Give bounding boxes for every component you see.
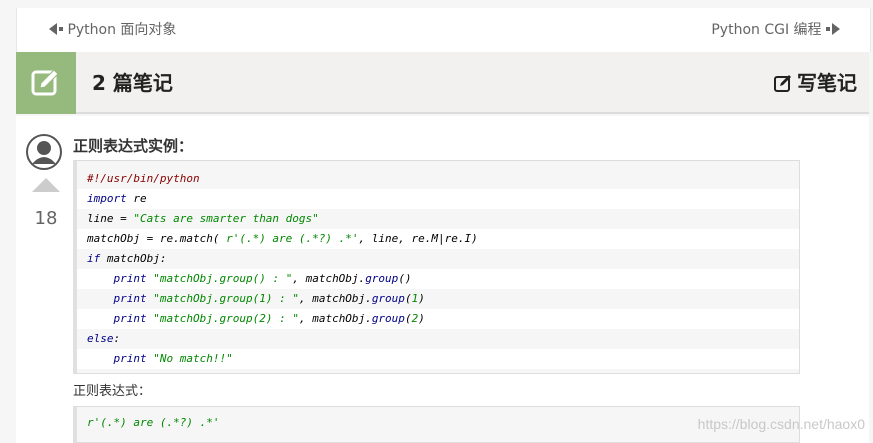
regex-label: 正则表达式：	[73, 384, 152, 399]
code-token: (	[404, 292, 412, 305]
note-title: 正则表达式实例：	[73, 137, 194, 155]
code-token: else	[87, 332, 114, 345]
code-token: matchObj:	[100, 252, 167, 265]
code-line: if matchObj:	[77, 249, 799, 269]
code-token: )	[418, 312, 425, 325]
code-line: else:	[77, 329, 799, 349]
arrow-right-icon	[832, 23, 840, 35]
code-token: import	[87, 192, 127, 205]
edit-icon	[31, 69, 59, 96]
code-line: line = "Cats are smarter than dogs"	[77, 209, 799, 229]
upvote-icon[interactable]	[32, 178, 60, 192]
arrow-left-icon	[49, 23, 57, 35]
code-token: r'(.*) are (.*?) .*'	[226, 232, 359, 245]
top-spacer	[0, 0, 873, 8]
prev-article-label: Python 面向对象	[67, 22, 177, 38]
code-token: "Cats are smarter than dogs"	[133, 212, 319, 225]
code-token: "matchObj.group(1) : "	[153, 292, 299, 305]
code-token: line =	[87, 212, 134, 225]
code-block: #!/usr/bin/python import re line = "Cats a…	[73, 160, 800, 374]
code-token: "matchObj.group() : "	[153, 272, 293, 285]
note-content: 18 正则表达式实例： #!/usr/bin/python import re li…	[16, 116, 869, 443]
code-token: )	[418, 292, 425, 305]
code-token: print	[113, 352, 147, 365]
code-token: , matchObj.	[292, 272, 366, 285]
code-line: print "matchObj.group(2) : ", matchObj.g…	[77, 309, 799, 329]
write-note-label: 写笔记	[797, 71, 857, 95]
vote-count: 18	[34, 208, 58, 229]
notes-header: 2 篇笔记 写笔记	[16, 52, 869, 114]
code-line: print "matchObj.group(1) : ", matchObj.g…	[77, 289, 799, 309]
code-token: group	[371, 292, 405, 305]
code-token: if	[87, 252, 101, 265]
watermark: https://blog.csdn.net/haox0	[697, 416, 865, 432]
prev-article-link[interactable]: Python 面向对象	[49, 20, 176, 40]
code-token: group	[365, 272, 399, 285]
next-article-link[interactable]: Python CGI 编程	[711, 20, 840, 40]
article-nav: Python 面向对象 Python CGI 编程	[16, 8, 871, 52]
code-token: print	[113, 312, 147, 325]
code-token: , matchObj.	[298, 292, 372, 305]
code-line: #!/usr/bin/python	[77, 169, 799, 189]
code-token: "matchObj.group(2) : "	[153, 312, 299, 325]
code-token: , matchObj.	[298, 312, 372, 325]
code-line: print "matchObj.group() : ", matchObj.gr…	[77, 269, 799, 289]
edit-icon	[774, 75, 791, 92]
notes-icon-box	[16, 52, 76, 114]
code-token: ()	[398, 272, 412, 285]
arrow-left-stem	[59, 27, 63, 31]
next-article-label: Python CGI 编程	[711, 22, 822, 38]
avatar-icon[interactable]	[26, 134, 62, 170]
code-line: import re	[77, 189, 799, 209]
code-token: , line, re.M|re.I)	[358, 232, 478, 245]
arrow-right-stem	[826, 27, 830, 31]
regex-code: r'(.*) are (.*?) .*'	[87, 416, 220, 429]
code-token: matchObj = re.match(	[87, 232, 227, 245]
code-token: group	[371, 312, 405, 325]
regex-code-block: r'(.*) are (.*?) .*'	[73, 406, 800, 443]
code-line: matchObj = re.match( r'(.*) are (.*?) .*…	[77, 229, 799, 249]
code-token: print	[113, 292, 147, 305]
code-token: "No match!!"	[153, 352, 233, 365]
write-note-button[interactable]: 写笔记	[773, 70, 857, 96]
code-token: #!/usr/bin/python	[87, 172, 200, 185]
code-token: re	[126, 192, 147, 205]
notes-count-title: 2 篇笔记	[92, 71, 173, 95]
code-line: print "No match!!"	[77, 349, 799, 369]
code-token: print	[113, 272, 147, 285]
code-token: :	[113, 332, 121, 345]
code-token: (	[404, 312, 412, 325]
code-line: r'(.*) are (.*?) .*'	[77, 413, 799, 433]
